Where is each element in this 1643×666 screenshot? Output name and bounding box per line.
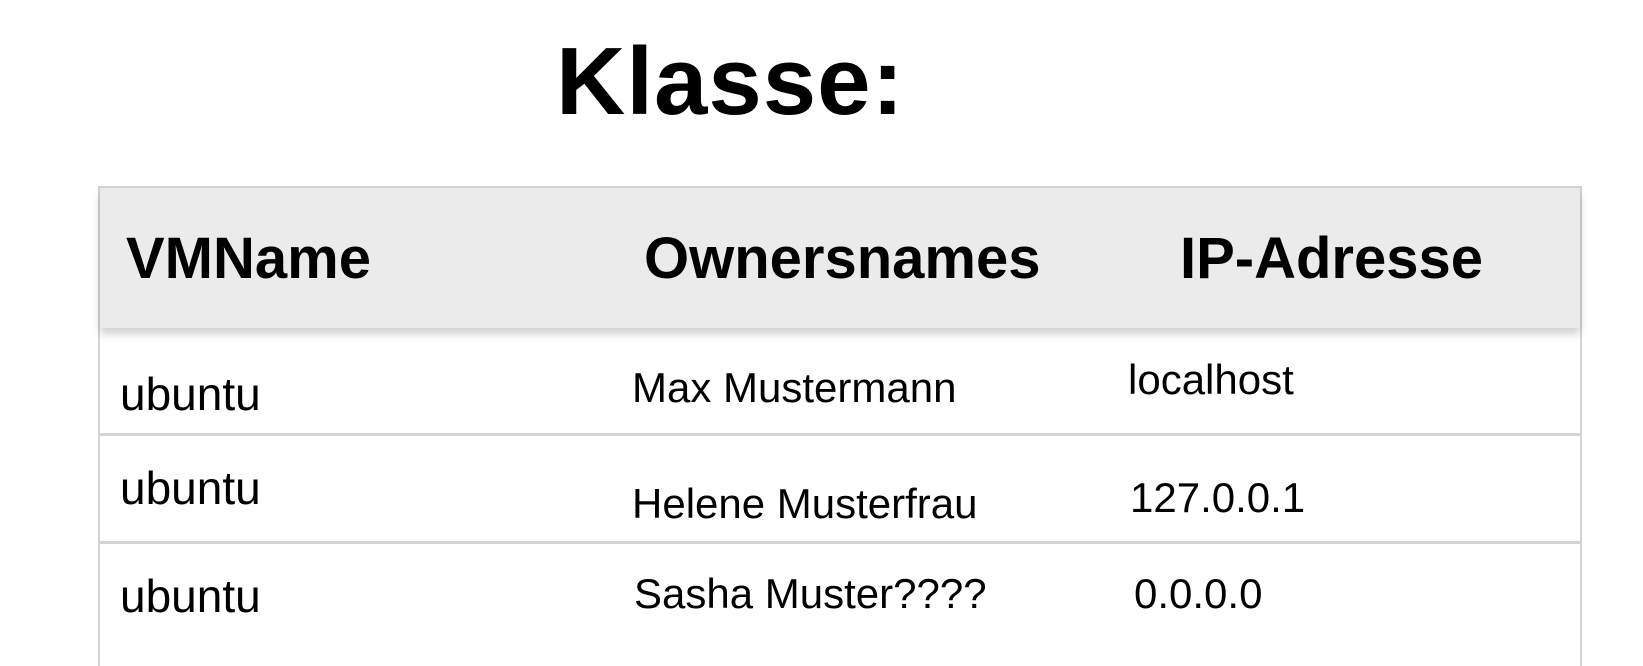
cell-vm-name: ubuntu (120, 570, 261, 622)
cell-ip-address: localhost (1128, 356, 1294, 403)
table-row: ubuntu Helene Musterfrau 127.0.0.1 (100, 436, 1580, 544)
cell-owner: Max Mustermann (632, 364, 957, 411)
column-header-ip-adresse: IP-Adresse (1180, 226, 1484, 291)
vm-table: VMName Ownersnames IP-Adresse ubuntu Max… (98, 186, 1582, 666)
table-row: ubuntu Sasha Muster???? 0.0.0.0 (100, 544, 1580, 652)
cell-ip-address: 0.0.0.0 (1134, 570, 1263, 617)
cell-vm-name: ubuntu (120, 462, 261, 514)
table-row: ubuntu Max Mustermann localhost (100, 328, 1580, 436)
table-header: VMName Ownersnames IP-Adresse (100, 188, 1580, 328)
column-header-vmname: VMName (126, 226, 371, 291)
page-title: Klasse: (556, 28, 905, 135)
cell-vm-name: ubuntu (120, 368, 261, 420)
cell-owner: Helene Musterfrau (632, 480, 978, 527)
cell-ip-address: 127.0.0.1 (1130, 474, 1306, 521)
column-header-ownersnames: Ownersnames (644, 226, 1041, 291)
cell-owner: Sasha Muster???? (634, 570, 987, 617)
